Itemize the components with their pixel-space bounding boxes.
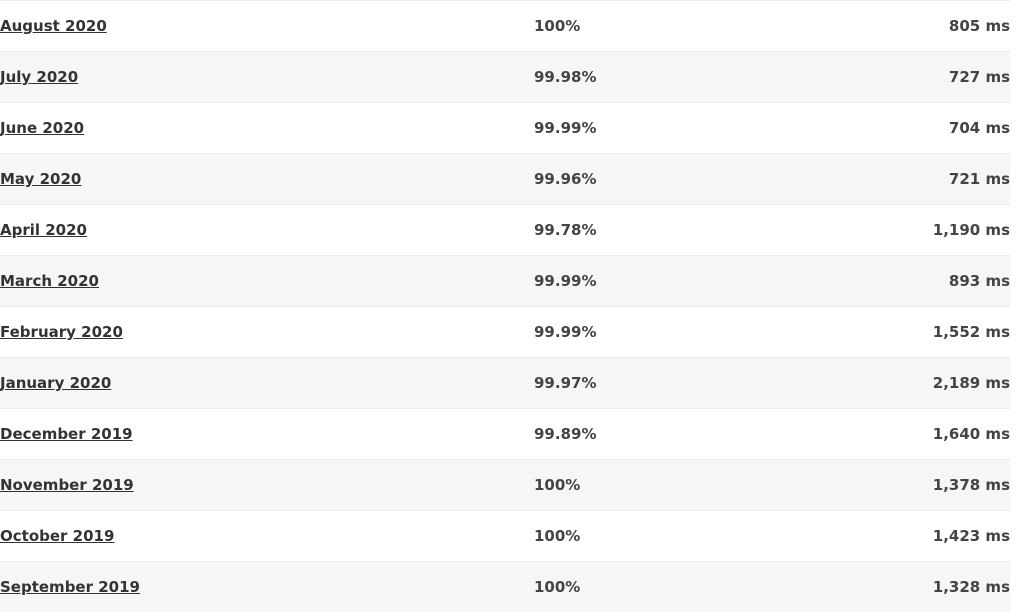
uptime-value: 99.97% [534,358,596,408]
table-row: March 2020 99.99% 893 ms [0,256,1010,307]
response-time-value: 1,423 ms [933,527,1010,545]
month-link[interactable]: April 2020 [0,221,87,239]
month-link[interactable]: August 2020 [0,17,107,35]
uptime-value: 99.99% [534,307,596,357]
response-time-value: 1,640 ms [933,425,1010,443]
response-time-cell: 1,378 ms [834,460,1010,511]
uptime-history-table: August 2020 100% 805 ms July 2020 99.98% 727 … [0,0,1010,612]
uptime-cell: 100% [534,511,834,562]
month-link[interactable]: May 2020 [0,170,81,188]
response-time-cell: 1,423 ms [834,511,1010,562]
table-row: August 2020 100% 805 ms [0,1,1010,52]
uptime-value: 100% [534,460,580,510]
response-time-cell: 893 ms [834,256,1010,307]
response-time-value: 805 ms [949,17,1010,35]
uptime-cell: 99.89% [534,409,834,460]
month-cell: February 2020 [0,307,534,358]
uptime-value: 100% [534,1,580,51]
uptime-cell: 100% [534,1,834,52]
month-cell: September 2019 [0,562,534,612]
table-row: May 2020 99.96% 721 ms [0,154,1010,205]
response-time-cell: 1,552 ms [834,307,1010,358]
table-row: June 2020 99.99% 704 ms [0,103,1010,154]
response-time-value: 1,190 ms [933,221,1010,239]
response-time-cell: 721 ms [834,154,1010,205]
uptime-cell: 99.99% [534,307,834,358]
response-time-value: 727 ms [949,68,1010,86]
month-cell: July 2020 [0,52,534,103]
uptime-cell: 100% [534,460,834,511]
month-link[interactable]: July 2020 [0,68,78,86]
month-link[interactable]: March 2020 [0,272,99,290]
month-link[interactable]: January 2020 [0,374,111,392]
uptime-value: 99.98% [534,52,596,102]
table-row: July 2020 99.98% 727 ms [0,52,1010,103]
uptime-value: 99.96% [534,154,596,204]
uptime-cell: 100% [534,562,834,612]
month-cell: May 2020 [0,154,534,205]
response-time-value: 1,328 ms [933,578,1010,596]
month-cell: August 2020 [0,1,534,52]
response-time-cell: 1,640 ms [834,409,1010,460]
response-time-cell: 805 ms [834,1,1010,52]
uptime-value: 100% [534,562,580,612]
uptime-cell: 99.96% [534,154,834,205]
response-time-value: 704 ms [949,119,1010,137]
uptime-cell: 99.78% [534,205,834,256]
response-time-cell: 1,328 ms [834,562,1010,612]
month-cell: October 2019 [0,511,534,562]
response-time-cell: 727 ms [834,52,1010,103]
month-cell: January 2020 [0,358,534,409]
month-link[interactable]: December 2019 [0,425,133,443]
table-row: September 2019 100% 1,328 ms [0,562,1010,612]
table-row: October 2019 100% 1,423 ms [0,511,1010,562]
response-time-value: 721 ms [949,170,1010,188]
uptime-cell: 99.99% [534,256,834,307]
month-cell: April 2020 [0,205,534,256]
month-cell: June 2020 [0,103,534,154]
uptime-value: 99.99% [534,256,596,306]
response-time-value: 2,189 ms [933,374,1010,392]
month-link[interactable]: November 2019 [0,476,134,494]
uptime-value: 100% [534,511,580,561]
month-link[interactable]: September 2019 [0,578,140,596]
uptime-value: 99.78% [534,205,596,255]
table-row: December 2019 99.89% 1,640 ms [0,409,1010,460]
uptime-table-body: August 2020 100% 805 ms July 2020 99.98% 727 … [0,1,1010,612]
month-link[interactable]: June 2020 [0,119,84,137]
month-cell: March 2020 [0,256,534,307]
table-row: November 2019 100% 1,378 ms [0,460,1010,511]
table-row: January 2020 99.97% 2,189 ms [0,358,1010,409]
uptime-value: 99.99% [534,103,596,153]
uptime-cell: 99.97% [534,358,834,409]
response-time-cell: 1,190 ms [834,205,1010,256]
response-time-value: 1,552 ms [933,323,1010,341]
response-time-cell: 2,189 ms [834,358,1010,409]
response-time-cell: 704 ms [834,103,1010,154]
response-time-value: 1,378 ms [933,476,1010,494]
month-cell: November 2019 [0,460,534,511]
response-time-value: 893 ms [949,272,1010,290]
uptime-value: 99.89% [534,409,596,459]
table-row: February 2020 99.99% 1,552 ms [0,307,1010,358]
month-cell: December 2019 [0,409,534,460]
table-row: April 2020 99.78% 1,190 ms [0,205,1010,256]
uptime-cell: 99.99% [534,103,834,154]
uptime-cell: 99.98% [534,52,834,103]
month-link[interactable]: February 2020 [0,323,123,341]
month-link[interactable]: October 2019 [0,527,114,545]
